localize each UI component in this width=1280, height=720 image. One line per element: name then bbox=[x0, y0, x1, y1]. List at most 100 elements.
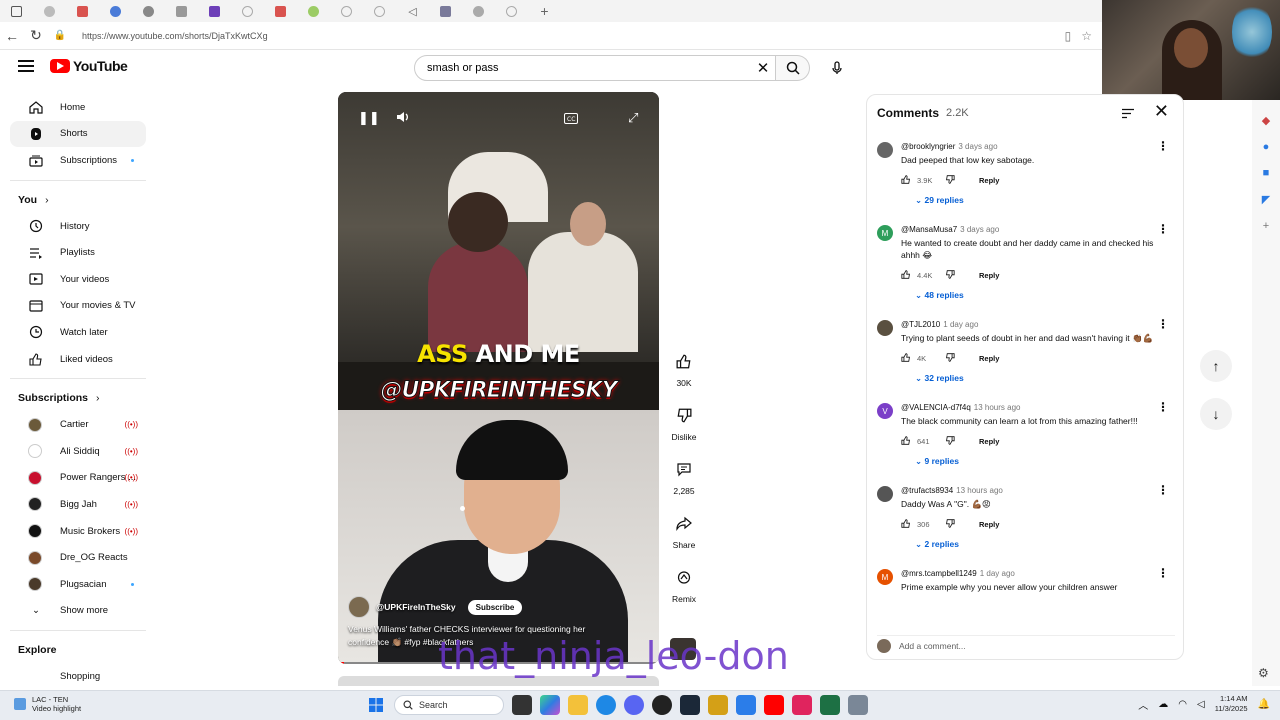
speaker-icon[interactable]: ◁ bbox=[1197, 699, 1205, 710]
sidebar-subscription-item[interactable]: Bigg Jah ((•)) bbox=[10, 491, 146, 518]
commenter-avatar[interactable]: M bbox=[877, 225, 893, 241]
you-heading[interactable]: You › bbox=[0, 187, 156, 213]
more-options-icon[interactable]: ⋮ bbox=[1157, 222, 1169, 236]
subscriptions-heading[interactable]: Subscriptions › bbox=[0, 385, 156, 411]
add-icon[interactable]: + bbox=[1252, 220, 1280, 232]
reply-button[interactable]: Reply bbox=[979, 354, 999, 363]
pause-icon[interactable]: ❚❚ bbox=[358, 110, 380, 126]
sidebar-app-icon[interactable]: ● bbox=[1252, 141, 1280, 153]
gear-icon[interactable]: ⚙ bbox=[1258, 666, 1269, 680]
sidebar-item-your-videos[interactable]: Your videos bbox=[10, 266, 146, 293]
tab-icon[interactable] bbox=[132, 0, 165, 22]
like-icon[interactable] bbox=[901, 174, 913, 186]
dislike-icon[interactable] bbox=[945, 269, 957, 281]
dislike-icon[interactable] bbox=[945, 435, 957, 447]
comment-author[interactable]: @mrs.tcampbell1249 bbox=[901, 569, 977, 578]
app-icon[interactable] bbox=[708, 695, 728, 715]
favorite-icon[interactable]: ☆ bbox=[1081, 29, 1092, 43]
sidebar-item-history[interactable]: History bbox=[10, 213, 146, 240]
comment-time[interactable]: 1 day ago bbox=[943, 320, 978, 329]
tab-icon[interactable] bbox=[495, 0, 528, 22]
reply-button[interactable]: Reply bbox=[979, 520, 999, 529]
like-icon[interactable] bbox=[901, 269, 913, 281]
comment-author[interactable]: @TJL2010 bbox=[901, 320, 940, 329]
tab-icon[interactable] bbox=[330, 0, 363, 22]
tiktok-icon[interactable] bbox=[792, 695, 812, 715]
dislike-icon[interactable] bbox=[945, 352, 957, 364]
youtube-app-icon[interactable] bbox=[764, 695, 784, 715]
show-more-button[interactable]: ⌄ Show more bbox=[10, 598, 146, 625]
share-button[interactable] bbox=[669, 508, 699, 538]
outlook-icon[interactable]: ■ bbox=[1252, 167, 1280, 179]
captions-icon[interactable]: CC bbox=[564, 112, 578, 127]
sidebar-subscription-item[interactable]: Cartier ((•)) bbox=[10, 411, 146, 438]
reply-button[interactable]: Reply bbox=[979, 271, 999, 280]
youtube-logo[interactable]: YouTube bbox=[50, 58, 128, 74]
tab-icon[interactable] bbox=[33, 0, 66, 22]
more-options-icon[interactable]: ⋮ bbox=[1157, 139, 1169, 153]
comment-time[interactable]: 13 hours ago bbox=[956, 486, 1003, 495]
more-options-icon[interactable]: ⋮ bbox=[1157, 566, 1169, 580]
tab-icon[interactable] bbox=[462, 0, 495, 22]
channel-name[interactable]: @UPKFireInTheSky bbox=[376, 602, 456, 612]
commenter-avatar[interactable] bbox=[877, 486, 893, 502]
view-replies-button[interactable]: ⌄ 2 replies bbox=[915, 539, 959, 550]
sidebar-subscription-item[interactable]: Power Rangers ... ((•)) bbox=[10, 465, 146, 492]
taskbar-search[interactable]: Search bbox=[394, 695, 504, 715]
sidebar-item-liked-videos[interactable]: Liked videos bbox=[10, 346, 146, 373]
discord-icon[interactable] bbox=[624, 695, 644, 715]
sidebar-item-playlists[interactable]: Playlists bbox=[10, 239, 146, 266]
channel-avatar[interactable] bbox=[348, 596, 370, 618]
more-options-icon[interactable]: ⋮ bbox=[1157, 317, 1169, 331]
comment-author[interactable]: @brooklyngrier bbox=[901, 142, 955, 151]
shorts-video-player[interactable]: ASS AND ME @UPKFIREINTHESKY ❚❚ CC ⤢ @UPK… bbox=[338, 92, 659, 664]
view-replies-button[interactable]: ⌄ 29 replies bbox=[915, 195, 964, 206]
dislike-icon[interactable] bbox=[945, 174, 957, 186]
more-options-icon[interactable]: ⋮ bbox=[1157, 400, 1169, 414]
url-field[interactable]: https://www.youtube.com/shorts/DjaTxKwtC… bbox=[82, 31, 1065, 41]
tab-icon[interactable] bbox=[165, 0, 198, 22]
clear-search-icon[interactable]: ✕ bbox=[751, 59, 775, 77]
steam-icon[interactable] bbox=[680, 695, 700, 715]
tab-icon[interactable] bbox=[363, 0, 396, 22]
sidebar-subscription-item[interactable]: Dre_OG Reacts bbox=[10, 544, 146, 571]
comment-time[interactable]: 3 days ago bbox=[958, 142, 997, 151]
comment-author[interactable]: @trufacts8934 bbox=[901, 486, 953, 495]
like-button[interactable] bbox=[669, 346, 699, 376]
reader-icon[interactable]: ▯ bbox=[1065, 29, 1072, 43]
reload-icon[interactable]: ↻ bbox=[24, 27, 48, 44]
tab-icon[interactable] bbox=[264, 0, 297, 22]
copilot-icon[interactable] bbox=[540, 695, 560, 715]
search-button[interactable] bbox=[776, 55, 810, 81]
like-icon[interactable] bbox=[901, 352, 913, 364]
sidebar-subscription-item[interactable]: Music Brokers ((•)) bbox=[10, 518, 146, 545]
commenter-avatar[interactable] bbox=[877, 320, 893, 336]
weather-widget[interactable]: LAC - TEN Video highlight bbox=[14, 695, 81, 713]
dislike-icon[interactable] bbox=[945, 518, 957, 530]
volume-icon[interactable] bbox=[396, 110, 410, 127]
fullscreen-icon[interactable]: ⤢ bbox=[628, 110, 638, 126]
sidebar-item-watch-later[interactable]: Watch later bbox=[10, 319, 146, 346]
chevron-up-icon[interactable]: ︿ bbox=[1138, 697, 1148, 712]
sidebar-app-icon[interactable]: ◆ bbox=[1252, 114, 1280, 127]
previous-short-button[interactable]: ↑ bbox=[1200, 350, 1232, 382]
tab-icon[interactable] bbox=[99, 0, 132, 22]
new-tab-icon[interactable]: + bbox=[528, 0, 561, 22]
comment-author[interactable]: @VALENCIA-d7f4q bbox=[901, 403, 971, 412]
commenter-avatar[interactable]: V bbox=[877, 403, 893, 419]
app-icon[interactable] bbox=[736, 695, 756, 715]
sidebar-item-shorts[interactable]: Shorts bbox=[10, 120, 146, 148]
next-short-button[interactable]: ↓ bbox=[1200, 398, 1232, 430]
commenter-avatar[interactable] bbox=[877, 142, 893, 158]
voice-search-button[interactable] bbox=[824, 55, 850, 81]
task-view-icon[interactable] bbox=[512, 695, 532, 715]
remix-button[interactable] bbox=[669, 562, 699, 592]
tab-icon[interactable] bbox=[429, 0, 462, 22]
tab-icon[interactable] bbox=[66, 0, 99, 22]
reply-button[interactable]: Reply bbox=[979, 176, 999, 185]
sidebar-item-subscriptions[interactable]: Subscriptions bbox=[10, 147, 146, 174]
view-replies-button[interactable]: ⌄ 9 replies bbox=[915, 456, 959, 467]
like-icon[interactable] bbox=[901, 518, 913, 530]
like-icon[interactable] bbox=[901, 435, 913, 447]
more-options-icon[interactable]: ⋮ bbox=[1157, 483, 1169, 497]
